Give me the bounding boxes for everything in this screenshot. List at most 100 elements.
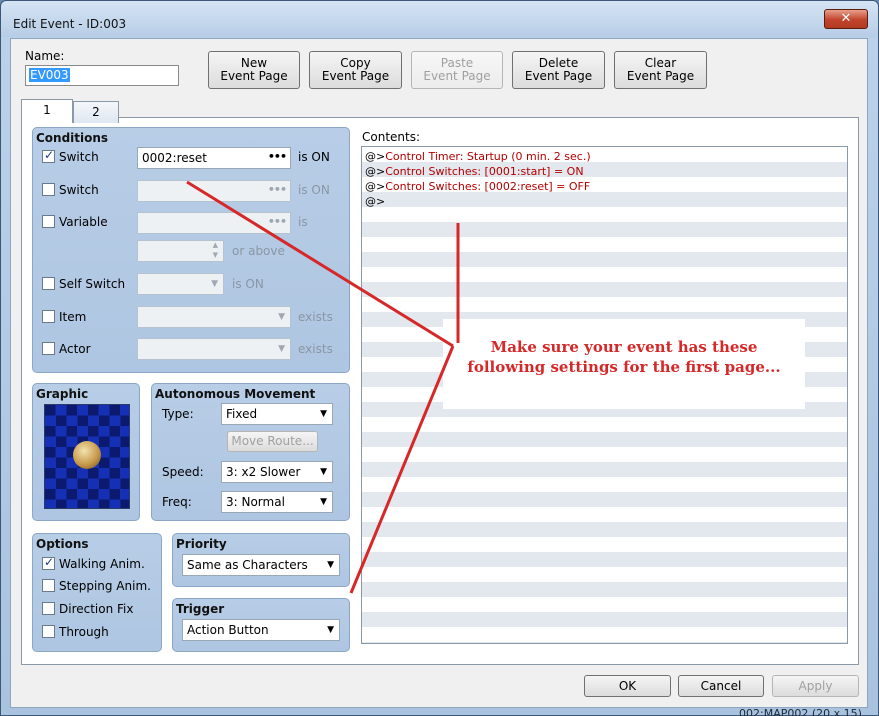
freq-value: 3: Normal <box>226 495 285 509</box>
item-suffix: exists <box>298 310 333 324</box>
walking-anim-label: Walking Anim. <box>59 557 145 571</box>
through-label: Through <box>59 625 109 639</box>
variable-suffix: is <box>298 215 308 229</box>
walking-anim-checkbox[interactable] <box>42 555 55 570</box>
cancel-button[interactable]: Cancel <box>678 675 764 697</box>
contents-label: Contents: <box>362 130 421 144</box>
line-command: Control Timer: Startup (0 min. 2 sec.) <box>385 150 591 163</box>
copy-event-page-button[interactable]: Copy Event Page <box>309 51 402 89</box>
through-checkbox[interactable] <box>42 625 55 638</box>
self-switch-checkbox[interactable] <box>42 277 55 290</box>
dropdown-arrow-icon: ▼ <box>320 497 327 507</box>
switch2-label: Switch <box>59 183 99 197</box>
delete-event-page-button[interactable]: Delete Event Page <box>512 51 605 89</box>
switch1-value: 0002:reset <box>142 151 207 165</box>
list-item[interactable]: @>Control Switches: [0002:reset] = OFF <box>365 179 590 194</box>
switch2-checkbox[interactable] <box>42 183 55 196</box>
paste-event-page-button[interactable]: Paste Event Page <box>411 51 503 89</box>
stepping-anim-label: Stepping Anim. <box>59 579 151 593</box>
dropdown-arrow-icon: ▼ <box>278 312 285 322</box>
list-item[interactable]: @>Control Timer: Startup (0 min. 2 sec.) <box>365 149 591 164</box>
type-value: Fixed <box>226 407 258 421</box>
dropdown-arrow-icon: ▼ <box>320 467 327 477</box>
actor-suffix: exists <box>298 342 333 356</box>
type-label: Type: <box>162 407 194 421</box>
graphic-title: Graphic <box>36 387 89 401</box>
annotation-line2: following settings for the first page... <box>467 358 781 376</box>
window-title: Edit Event - ID:003 <box>13 17 127 31</box>
rock-sprite-icon <box>73 441 101 469</box>
actor-select[interactable]: ▼ <box>137 338 291 360</box>
switch1-field[interactable]: 0002:reset ••• <box>137 147 291 169</box>
self-switch-select[interactable]: ▼ <box>137 273 224 295</box>
line-prefix: @> <box>365 180 386 193</box>
trigger-title: Trigger <box>176 602 225 616</box>
variable-checkbox[interactable] <box>42 215 55 228</box>
trigger-value: Action Button <box>187 623 269 637</box>
conditions-title: Conditions <box>36 131 109 145</box>
switch2-field[interactable]: ••• <box>137 180 291 202</box>
autonomous-movement-title: Autonomous Movement <box>155 387 316 401</box>
direction-fix-checkbox[interactable] <box>42 602 55 615</box>
tab-page-2[interactable]: 2 <box>73 101 119 123</box>
name-input[interactable]: EV003 <box>25 65 179 86</box>
clear-event-page-button[interactable]: Clear Event Page <box>614 51 707 89</box>
close-icon: ✕ <box>840 11 852 26</box>
name-label: Name: <box>25 49 65 63</box>
direction-fix-label: Direction Fix <box>59 602 134 616</box>
line-command: Control Switches: [0001:start] = ON <box>385 165 584 178</box>
clear-button-line2: Event Page <box>626 69 695 83</box>
paste-button-line2: Event Page <box>423 69 491 83</box>
variable-number-spinner[interactable]: ▲ ▼ <box>137 240 224 262</box>
delete-button-line2: Event Page <box>524 69 593 83</box>
speed-label: Speed: <box>162 465 204 479</box>
speed-value: 3: x2 Slower <box>226 465 301 479</box>
dropdown-arrow-icon: ▼ <box>327 560 334 570</box>
dropdown-arrow-icon: ▼ <box>211 279 218 289</box>
new-button-line2: Event Page <box>220 69 288 83</box>
list-item[interactable]: @>Control Switches: [0001:start] = ON <box>365 164 584 179</box>
tab-page-1[interactable]: 1 <box>21 99 73 123</box>
annotation-line1: Make sure your event has these <box>490 338 758 356</box>
actor-label: Actor <box>59 342 91 356</box>
ok-button[interactable]: OK <box>584 675 671 697</box>
spin-down-icon[interactable]: ▼ <box>213 251 218 259</box>
self-switch-suffix: is ON <box>232 277 264 291</box>
ellipsis-icon[interactable]: ••• <box>268 150 287 163</box>
options-title: Options <box>36 537 89 551</box>
priority-title: Priority <box>176 537 227 551</box>
or-above-label: or above <box>232 244 285 258</box>
self-switch-label: Self Switch <box>59 277 126 291</box>
edit-event-window: Edit Event - ID:003 ✕ Name: EV003 New Eve… <box>0 0 879 716</box>
copy-button-line2: Event Page <box>321 69 390 83</box>
type-select[interactable]: Fixed ▼ <box>221 403 333 425</box>
ellipsis-icon: ••• <box>267 215 287 228</box>
stepping-anim-checkbox[interactable] <box>42 579 55 592</box>
variable-field[interactable]: ••• <box>137 212 291 234</box>
title-bar[interactable]: Edit Event - ID:003 ✕ <box>1 1 878 37</box>
item-select[interactable]: ▼ <box>137 306 291 328</box>
actor-checkbox[interactable] <box>42 342 55 355</box>
freq-select[interactable]: 3: Normal ▼ <box>221 491 333 513</box>
item-label: Item <box>59 310 87 324</box>
event-graphic[interactable] <box>44 404 130 509</box>
list-item[interactable]: @> <box>365 194 385 209</box>
freq-label: Freq: <box>162 495 192 509</box>
dropdown-arrow-icon: ▼ <box>320 409 327 419</box>
item-checkbox[interactable] <box>42 310 55 323</box>
line-prefix: @> <box>365 150 386 163</box>
new-event-page-button[interactable]: New Event Page <box>208 51 300 89</box>
line-prefix: @> <box>365 165 386 178</box>
apply-button[interactable]: Apply <box>772 675 859 697</box>
move-route-button[interactable]: Move Route... <box>227 431 318 452</box>
trigger-select[interactable]: Action Button ▼ <box>182 619 340 641</box>
speed-select[interactable]: 3: x2 Slower ▼ <box>221 461 333 483</box>
priority-select[interactable]: Same as Characters ▼ <box>182 554 340 576</box>
switch2-suffix: is ON <box>298 183 330 197</box>
close-button[interactable]: ✕ <box>824 9 868 29</box>
switch1-checkbox[interactable] <box>42 148 55 163</box>
annotation-note: Make sure your event has these following… <box>443 319 805 409</box>
line-command: Control Switches: [0002:reset] = OFF <box>385 180 591 193</box>
spin-up-icon[interactable]: ▲ <box>213 241 218 249</box>
ellipsis-icon: ••• <box>267 183 287 196</box>
